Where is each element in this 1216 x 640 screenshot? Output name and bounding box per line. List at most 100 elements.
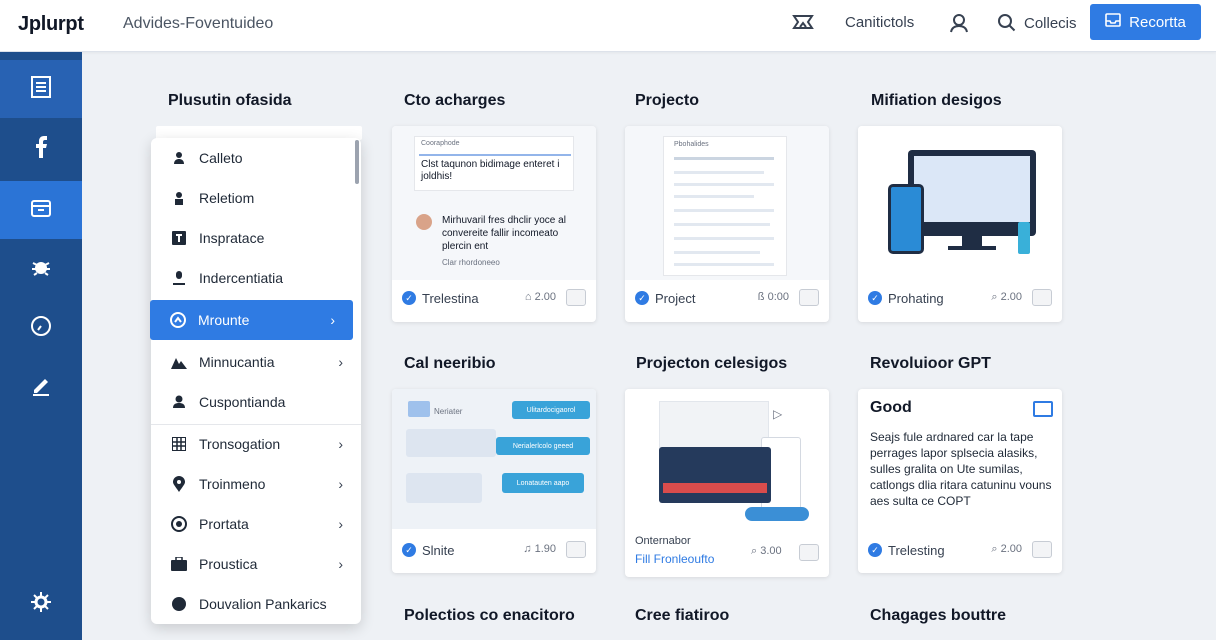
inbox-tray-icon — [1105, 13, 1121, 31]
user-badge-icon — [171, 270, 187, 286]
rail-item-edit[interactable] — [0, 358, 82, 416]
laptop-illustration — [659, 447, 771, 503]
text-box-icon — [171, 230, 187, 246]
calendar-icon[interactable] — [1033, 401, 1053, 417]
primary-action-label: Recortta — [1129, 13, 1186, 31]
dropdown-menu: Calleto Reletiom Inspratace Indercentiat… — [150, 138, 361, 624]
menu-item[interactable]: Indercentiatia — [151, 258, 361, 298]
menu-item-label: Inspratace — [199, 230, 265, 246]
preview-line — [674, 251, 760, 254]
monitor-stand — [962, 236, 982, 246]
menu-item[interactable]: Reletiom — [151, 178, 361, 218]
card-action-button[interactable] — [799, 544, 819, 561]
chevron-right-icon: › — [338, 556, 343, 572]
rail-item-settings[interactable] — [0, 575, 82, 633]
mountain-icon — [171, 354, 187, 370]
chevron-right-icon: › — [338, 476, 343, 492]
chevron-right-icon: › — [338, 354, 343, 370]
menu-item-selected[interactable]: Mrounte › — [150, 300, 353, 340]
card-meta-value: 0:00 — [767, 291, 789, 303]
pencil-icon — [30, 374, 52, 401]
menu-item[interactable]: Cuspontianda — [151, 382, 361, 422]
menu-item[interactable]: Prortata › — [151, 504, 361, 544]
preview-panel: Pbohalides — [663, 136, 787, 276]
card-action-button[interactable] — [799, 289, 819, 306]
preview-header: Cooraphode — [421, 140, 460, 147]
card-meta: ⌕ 2.00 — [991, 543, 1022, 555]
card-changes[interactable]: Cooraphode Clst taqunon bidimage enteret… — [392, 126, 596, 322]
preview-tail: Clar rhordoneeo — [442, 258, 500, 267]
rail-item-documents[interactable] — [0, 60, 82, 118]
rail-item-archive[interactable] — [0, 181, 82, 239]
tablet-illustration — [888, 184, 924, 254]
card-meta-value: 3.00 — [760, 545, 782, 557]
chat-bubble-placeholder — [406, 473, 482, 503]
preview-line — [674, 263, 774, 266]
card-footer-label: Project — [655, 290, 696, 306]
menu-item-label: Indercentiatia — [199, 270, 284, 286]
menu-item[interactable]: Calleto — [151, 138, 361, 178]
person-icon — [171, 190, 187, 206]
location-pin-icon — [171, 476, 187, 492]
card-preview: Neriater Ulitardocigaorol Nerialerlcolo … — [392, 389, 596, 529]
monitor-illustration — [908, 150, 1036, 236]
menu-item[interactable]: Douvalion Pankarics — [151, 584, 361, 624]
card-action-button[interactable] — [566, 541, 586, 558]
preview-line — [674, 157, 774, 160]
card-preview: Pbohalides — [625, 126, 829, 280]
card-meta: ⌂ 2.00 — [524, 291, 556, 303]
cursor-icon: ▷ — [773, 407, 783, 421]
card-gpt[interactable]: Good Seajs fule ardnared car la tape per… — [858, 389, 1062, 573]
card-preview: Cooraphode Clst taqunon bidimage enteret… — [392, 126, 596, 280]
preview-line — [674, 209, 774, 212]
preview-line — [674, 183, 774, 186]
rail-item-clock[interactable] — [0, 299, 82, 357]
card-project-designs[interactable]: ▷ Onternabor Fill Fronleoufto ⌕ 3.00 — [625, 389, 829, 577]
menu-item[interactable]: Troinmeno › — [151, 464, 361, 504]
menu-item[interactable]: Inspratace — [151, 218, 361, 258]
left-rail — [0, 52, 82, 640]
preview-label: Neriater — [434, 407, 463, 416]
card-footer-label: Slnite — [422, 542, 455, 558]
card-meta-value: 2.00 — [1000, 543, 1022, 555]
contacts-link[interactable]: Canitictols — [845, 14, 914, 31]
search-button[interactable]: Collecis — [996, 12, 1077, 34]
bug-icon — [30, 256, 52, 283]
contacts-button[interactable] — [792, 12, 814, 34]
card-action-button[interactable] — [1032, 289, 1052, 306]
clock-icon — [30, 315, 52, 342]
rail-item-bug[interactable] — [0, 240, 82, 298]
facebook-icon — [34, 135, 48, 163]
rail-item-facebook[interactable] — [0, 120, 82, 178]
menu-item[interactable]: Minnucantia › — [151, 342, 361, 382]
menu-item[interactable]: Tronsogation › — [151, 424, 361, 464]
card-meta: ♫ 1.90 — [523, 543, 556, 555]
menu-item-label: Minnucantia — [199, 354, 275, 370]
section-heading: Cree fiatiroo — [635, 607, 730, 624]
menu-item-label: Tronsogation — [199, 436, 281, 452]
laptop-bar — [663, 483, 767, 493]
menu-item-label: Mrounte — [198, 312, 250, 328]
card-design[interactable]: ✓ Prohating ⌕ 2.00 — [858, 126, 1062, 322]
user-button[interactable] — [948, 12, 970, 34]
card-action-button[interactable] — [1032, 541, 1052, 558]
avatar — [416, 214, 432, 230]
user-icon — [948, 12, 970, 34]
menu-scrollbar[interactable] — [355, 140, 359, 184]
menu-item-label: Reletiom — [199, 190, 255, 206]
app-logo[interactable]: Jplurpt — [18, 13, 84, 36]
search-icon — [996, 12, 1018, 34]
card-project[interactable]: Pbohalides ✓ Project ß 0:00 — [625, 126, 829, 322]
breadcrumb[interactable]: Advides-Foventuideo — [123, 15, 273, 33]
card-title: Good — [870, 399, 912, 416]
menu-item-label: Proustica — [199, 556, 258, 572]
card-chat[interactable]: Neriater Ulitardocigaorol Nerialerlcolo … — [392, 389, 596, 573]
card-action-button[interactable] — [566, 289, 586, 306]
card-link[interactable]: Fill Fronleoufto — [635, 552, 714, 566]
card-footer-label: Trelestina — [422, 290, 479, 306]
preview-rule — [419, 154, 571, 156]
preview-line — [674, 195, 754, 198]
menu-item[interactable]: Proustica › — [151, 544, 361, 584]
primary-action-button[interactable]: Recortta — [1090, 4, 1201, 40]
preview-line — [674, 237, 774, 240]
